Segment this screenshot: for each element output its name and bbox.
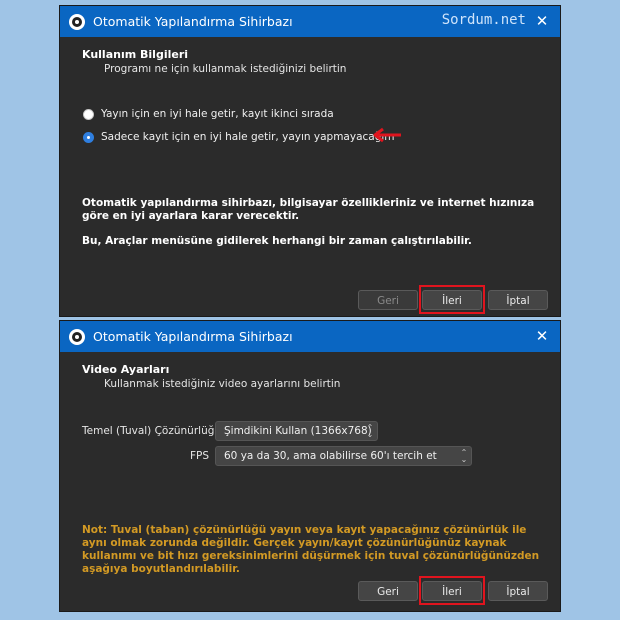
info-text: Otomatik yapılandırma sihirbazı, bilgisa… xyxy=(82,197,535,222)
radio-label: Yayın için en iyi hale getir, kayıt ikin… xyxy=(101,108,334,120)
fps-value: 60 ya da 30, ama olabilirse 60'ı tercih … xyxy=(224,450,437,462)
window-title: Otomatik Yapılandırma Sihirbazı xyxy=(93,329,293,344)
radio-option-stream[interactable]: Yayın için en iyi hale getir, kayıt ikin… xyxy=(83,108,334,120)
wizard-window-video: Otomatik Yapılandırma Sihirbazı ✕ Video … xyxy=(59,320,561,612)
title-bar: Otomatik Yapılandırma Sihirbazı Sordum.n… xyxy=(60,6,560,37)
cancel-button[interactable]: İptal xyxy=(488,290,548,310)
wizard-window-usage: Otomatik Yapılandırma Sihirbazı Sordum.n… xyxy=(59,5,561,317)
section-subtitle: Programı ne için kullanmak istediğinizi … xyxy=(104,63,347,75)
obs-logo-icon xyxy=(69,13,85,30)
radio-label: Sadece kayıt için en iyi hale getir, yay… xyxy=(101,131,395,143)
section-title: Video Ayarları xyxy=(82,363,170,376)
close-icon[interactable]: ✕ xyxy=(532,326,552,346)
red-arrow-icon xyxy=(373,127,401,143)
obs-logo-icon xyxy=(69,328,85,345)
next-button[interactable]: İleri xyxy=(422,581,482,601)
window-title: Otomatik Yapılandırma Sihirbazı xyxy=(93,14,293,29)
close-icon[interactable]: ✕ xyxy=(532,11,552,31)
info-text-2: Bu, Araçlar menüsüne gidilerek herhangi … xyxy=(82,235,472,247)
cancel-button[interactable]: İptal xyxy=(488,581,548,601)
back-button[interactable]: Geri xyxy=(358,290,418,310)
spin-arrows-icon: ⌃ ⌄ xyxy=(366,423,374,439)
title-bar: Otomatik Yapılandırma Sihirbazı ✕ xyxy=(60,321,560,352)
note-text: Not: Tuval (taban) çözünürlüğü yayın vey… xyxy=(82,524,540,575)
fps-label: FPS xyxy=(190,450,210,462)
resolution-label: Temel (Tuval) Çözünürlüğü xyxy=(82,425,222,437)
spin-arrows-icon: ⌃ ⌄ xyxy=(460,448,468,464)
next-button[interactable]: İleri xyxy=(422,290,482,310)
fps-select[interactable]: 60 ya da 30, ama olabilirse 60'ı tercih … xyxy=(215,446,472,466)
radio-button[interactable] xyxy=(83,108,94,120)
section-subtitle: Kullanmak istediğiniz video ayarlarını b… xyxy=(104,378,341,390)
section-title: Kullanım Bilgileri xyxy=(82,48,189,61)
resolution-value: Şimdikini Kullan (1366x768) xyxy=(224,425,372,437)
watermark: Sordum.net xyxy=(441,12,526,28)
radio-button-checked[interactable] xyxy=(83,131,94,143)
back-button[interactable]: Geri xyxy=(358,581,418,601)
resolution-select[interactable]: Şimdikini Kullan (1366x768) ⌃ ⌄ xyxy=(215,421,378,441)
radio-option-record[interactable]: Sadece kayıt için en iyi hale getir, yay… xyxy=(83,131,395,143)
